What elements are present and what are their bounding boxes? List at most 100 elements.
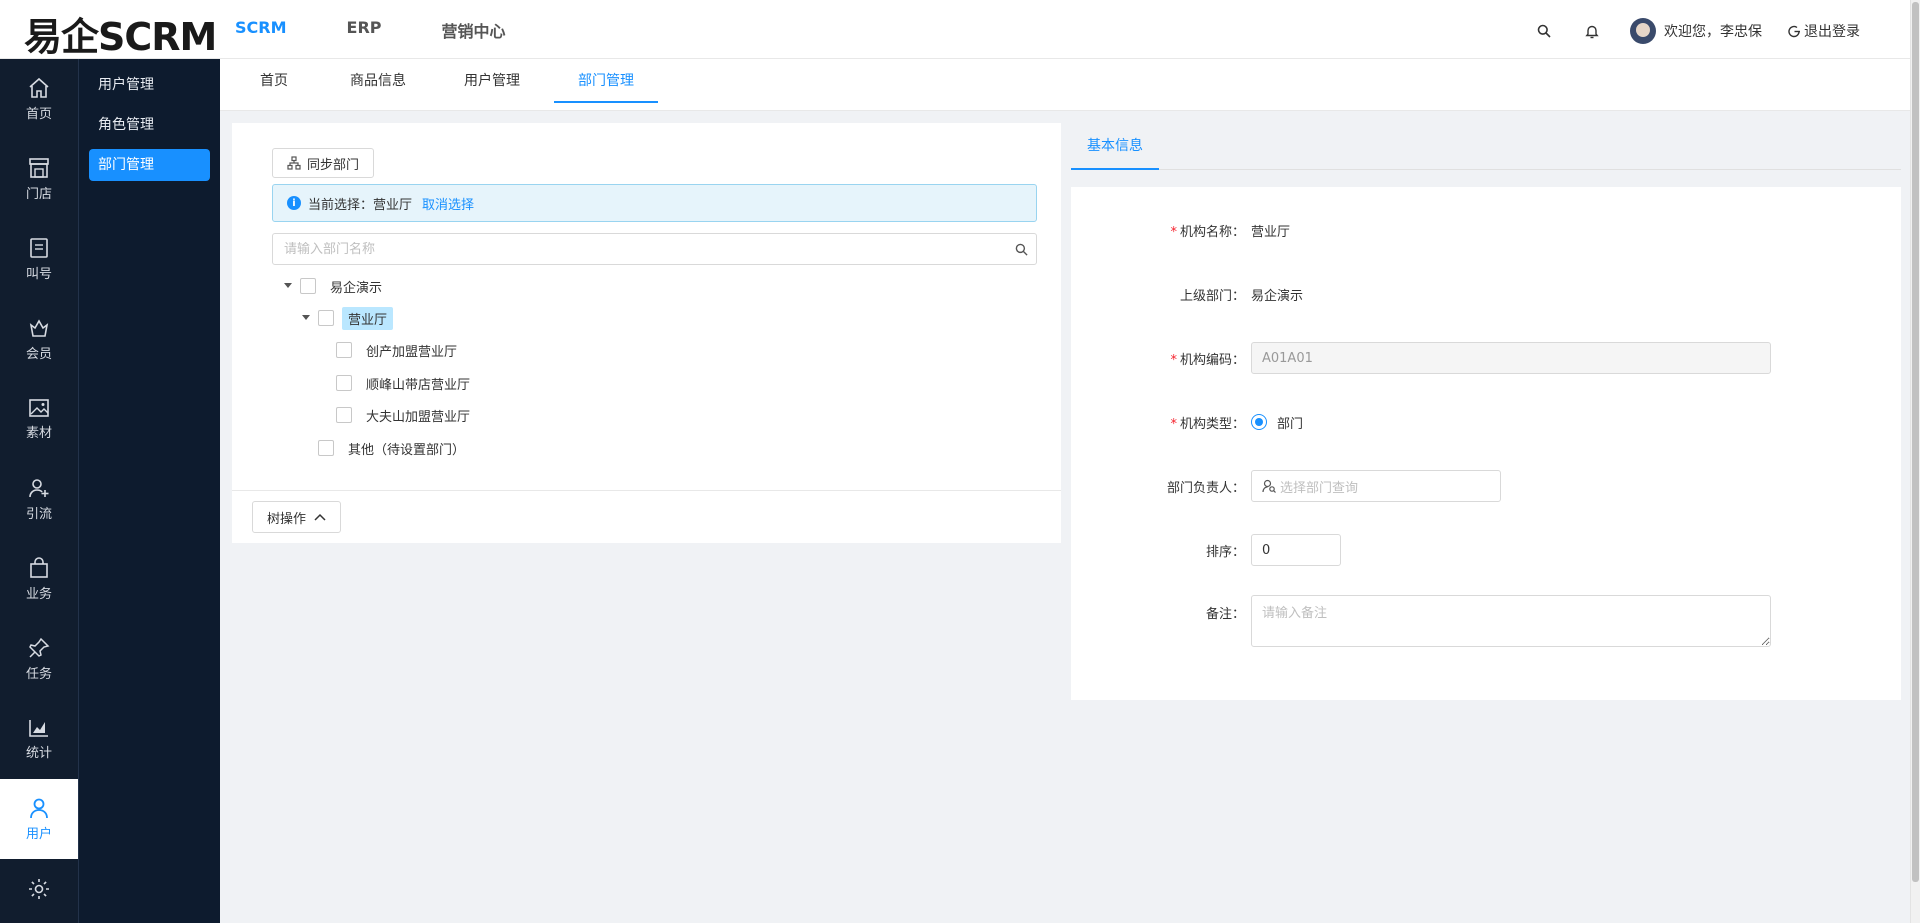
chevron-up-icon (314, 513, 326, 521)
tab-basic-info[interactable]: 基本信息 (1071, 123, 1159, 170)
sidebar-item-statistics[interactable]: 统计 (0, 699, 78, 779)
tree-checkbox[interactable] (336, 407, 352, 423)
type-radio[interactable] (1251, 414, 1267, 430)
subnav-department-management[interactable]: 部门管理 (89, 149, 210, 181)
department-head-selector[interactable]: 选择部门查询 (1251, 470, 1501, 502)
form-row-sort: 排序： (1071, 534, 1901, 566)
tab-user-management[interactable]: 用户管理 (462, 59, 522, 103)
search-icon[interactable] (1006, 243, 1036, 256)
welcome-text: 欢迎您，李忠保 (1664, 24, 1762, 40)
name-value: 营业厅 (1251, 224, 1291, 240)
sidebar-item-queue[interactable]: 叫号 (0, 219, 78, 299)
sidebar-item-material[interactable]: 素材 (0, 379, 78, 459)
logout-icon (1788, 25, 1800, 37)
current-selection-value: 营业厅 (373, 197, 413, 213)
form-row-remark: 备注： (1071, 595, 1901, 647)
tree-node-child: 大夫山加盟营业厅 (318, 402, 476, 428)
store-icon (29, 157, 49, 178)
tab-home[interactable]: 首页 (252, 59, 296, 103)
tab-department-management[interactable]: 部门管理 (554, 59, 658, 103)
icon-sidebar: 首页 门店 叫号 会员 素材 引流 业务 任务 统计 用户 (0, 59, 78, 923)
scrollbar-thumb[interactable] (1912, 2, 1919, 882)
subnav-user-management[interactable]: 用户管理 (89, 69, 210, 101)
app-logo: 易企SCRM (24, 15, 217, 59)
sidebar-item-settings[interactable] (0, 859, 78, 919)
tree-node-child: 顺峰山带店营业厅 (318, 370, 476, 396)
form-row-code: * 机构编码： A01A01 (1071, 342, 1901, 374)
logout-button[interactable]: 退出登录 (1788, 21, 1860, 41)
tree-node-label[interactable]: 营业厅 (342, 306, 394, 330)
sync-department-button[interactable]: 同步部门 (272, 148, 375, 178)
caret-down-icon[interactable] (282, 280, 294, 292)
head-placeholder: 选择部门查询 (1280, 480, 1359, 496)
tree-node-label[interactable]: 其他（待设置部门） (342, 437, 471, 460)
tree-checkbox[interactable] (336, 342, 352, 358)
tree-node-root: 易企演示 (282, 273, 388, 299)
cancel-selection-link[interactable]: 取消选择 (422, 194, 474, 213)
form-row-name: * 机构名称： 营业厅 (1071, 214, 1901, 246)
member-icon (29, 318, 49, 337)
topnav-marketing-center[interactable]: 营销中心 (442, 18, 506, 42)
avatar[interactable] (1630, 18, 1656, 44)
department-search-input[interactable] (273, 241, 1006, 257)
topnav-scrm[interactable]: SCRM (235, 18, 287, 42)
image-icon (29, 398, 49, 417)
tree-node-business-hall: 营业厅 (300, 305, 394, 331)
caret-down-icon[interactable] (300, 312, 312, 324)
sort-label: 排序： (1205, 544, 1245, 560)
sidebar-item-home[interactable]: 首页 (0, 59, 78, 139)
top-navigation: SCRM ERP 营销中心 (235, 18, 566, 42)
code-field: A01A01 (1251, 342, 1771, 374)
type-label: * 机构类型： (1170, 416, 1245, 432)
tab-product-info[interactable]: 商品信息 (348, 59, 408, 103)
department-detail-form: * 机构名称： 营业厅 上级部门： 易企演示 * 机构编码： A01A01 * 机构类… (1071, 187, 1901, 700)
page-scrollbar[interactable] (1910, 0, 1920, 923)
pin-icon (29, 637, 50, 658)
shopping-bag-icon (30, 556, 48, 578)
user-icon (30, 798, 48, 818)
panel-divider (232, 490, 1061, 491)
tree-checkbox[interactable] (318, 310, 334, 326)
tree-node-child: 创产加盟营业厅 (318, 337, 463, 363)
head-label: 部门负责人： (1166, 480, 1245, 496)
tree-node-label[interactable]: 创产加盟营业厅 (360, 339, 463, 362)
sidebar-item-store[interactable]: 门店 (0, 139, 78, 219)
org-chart-icon (287, 156, 301, 170)
sidebar-item-traffic[interactable]: 引流 (0, 459, 78, 539)
form-row-head: 部门负责人： 选择部门查询 (1071, 470, 1901, 502)
remark-textarea[interactable] (1251, 595, 1771, 647)
form-row-type: * 机构类型： 部门 (1071, 406, 1901, 438)
sort-input[interactable] (1251, 534, 1341, 566)
sidebar-item-user[interactable]: 用户 (0, 779, 78, 859)
type-radio-label: 部门 (1277, 416, 1304, 432)
subnav-role-management[interactable]: 角色管理 (89, 109, 210, 141)
tree-operations-button[interactable]: 树操作 (252, 501, 342, 533)
queue-icon (30, 237, 48, 258)
user-search-icon (1262, 479, 1276, 493)
sidebar-item-task[interactable]: 任务 (0, 619, 78, 699)
tree-operations-label: 树操作 (267, 511, 307, 527)
parent-value: 易企演示 (1251, 288, 1304, 304)
tree-checkbox[interactable] (336, 375, 352, 391)
tree-node-label[interactable]: 顺峰山带店营业厅 (360, 372, 476, 395)
tree-checkbox[interactable] (318, 440, 334, 456)
tree-node-other: 其他（待设置部门） (300, 435, 471, 461)
page-tabs: 首页 商品信息 用户管理 部门管理 (220, 59, 1910, 111)
sidebar-item-business[interactable]: 业务 (0, 539, 78, 619)
bell-icon[interactable] (1582, 21, 1602, 41)
header-actions: 欢迎您，李忠保 退出登录 (1506, 18, 1860, 44)
form-row-parent: 上级部门： 易企演示 (1071, 278, 1901, 310)
parent-label: 上级部门： (1179, 288, 1245, 304)
tree-node-label[interactable]: 易企演示 (324, 275, 388, 298)
home-icon (29, 77, 49, 98)
detail-tabs: 基本信息 (1071, 123, 1901, 170)
search-icon[interactable] (1534, 21, 1554, 41)
topnav-erp[interactable]: ERP (347, 18, 382, 42)
sidebar-item-member[interactable]: 会员 (0, 299, 78, 379)
tree-checkbox[interactable] (300, 278, 316, 294)
top-header: 易企SCRM SCRM ERP 营销中心 欢迎您，李忠保 退出登录 (0, 0, 1910, 59)
gear-icon (29, 879, 49, 899)
tree-node-label[interactable]: 大夫山加盟营业厅 (360, 404, 476, 427)
name-label: * 机构名称： (1170, 224, 1245, 240)
current-selection-alert: i 当前选择： 营业厅 取消选择 (272, 184, 1037, 222)
